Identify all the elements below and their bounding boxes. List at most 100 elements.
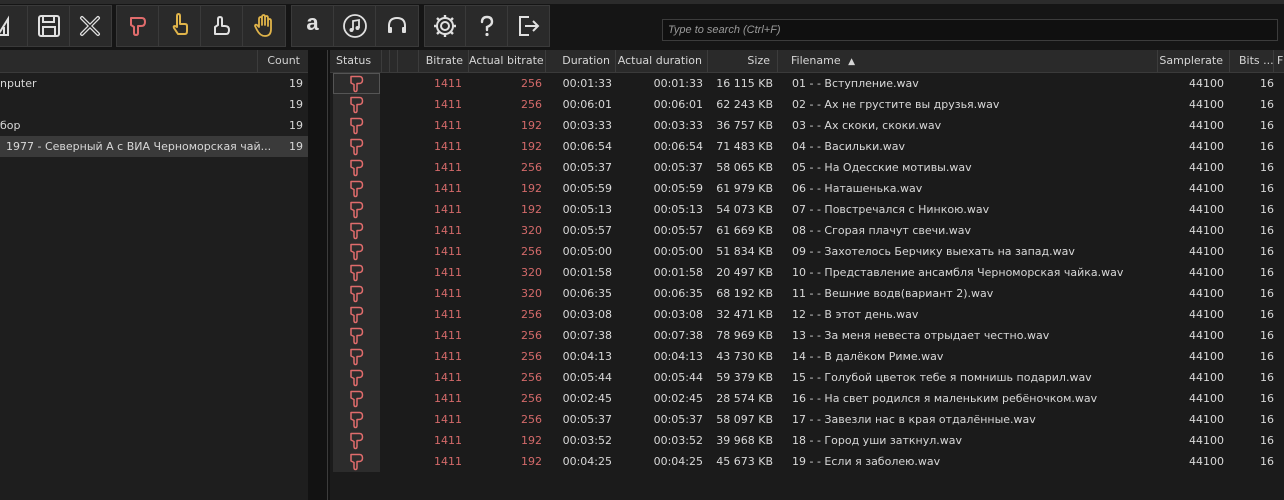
table-row[interactable]: 1411 192 00:03:52 00:03:52 39 968 KB 18 - - Г… [330,430,1284,451]
column-separator[interactable] [257,50,258,72]
search-input[interactable] [662,19,1278,41]
table-row[interactable]: 1411 256 00:05:00 00:05:00 51 834 KB 09 - - З… [330,241,1284,262]
status-cell[interactable] [333,367,380,388]
table-row[interactable]: 1411 256 00:07:38 00:07:38 78 969 KB 13 - - З… [330,325,1284,346]
tree-item-album-selected[interactable]: 1977 - Северный А с ВИА Черноморская чай… [0,136,308,157]
status-cell[interactable] [333,199,380,220]
table-row[interactable]: 1411 320 00:05:57 00:05:57 61 669 KB 08 - - С… [330,220,1284,241]
size-column-header[interactable]: Size [708,50,778,72]
status-cell[interactable] [333,94,380,115]
samplerate-cell: 44100 [1189,266,1224,279]
table-row[interactable]: 1411 256 00:05:37 00:05:37 58 097 KB 17 - - З… [330,409,1284,430]
extra-column-header[interactable]: F [1274,50,1284,72]
duration-cell: 00:06:54 [562,140,612,153]
column-header-blank[interactable] [398,50,419,72]
status-cell[interactable] [333,409,380,430]
status-cell[interactable] [333,388,380,409]
duration-cell: 00:01:33 [562,77,612,90]
scan-button[interactable] [0,6,29,46]
table-row[interactable]: 1411 256 00:03:08 00:03:08 32 471 KB 12 - - В… [330,304,1284,325]
table-row[interactable]: 1411 192 00:05:13 00:05:13 54 073 KB 07 - - П… [330,199,1284,220]
samplerate-cell: 44100 [1189,350,1224,363]
settings-button[interactable] [425,6,467,46]
size-cell: 32 471 KB [716,308,773,321]
bitrate-column-header[interactable]: Bitrate [419,50,469,72]
status-cell[interactable] [333,73,380,94]
status-cell[interactable] [333,157,380,178]
table-row[interactable]: 1411 256 00:06:01 00:06:01 62 243 KB 02 - - А… [330,94,1284,115]
status-cell[interactable] [333,304,380,325]
save-button[interactable] [28,6,70,46]
bitrate-cell: 1411 [434,224,462,237]
duration-cell: 00:02:45 [562,392,612,405]
table-row[interactable]: 1411 192 00:03:33 00:03:33 36 757 KB 03 - - А… [330,115,1284,136]
table-row[interactable]: 1411 192 00:04:25 00:04:25 45 673 KB 19 - - Е… [330,451,1284,472]
tree-item-drive[interactable]: 19 [0,94,308,115]
bits-cell: 16 [1260,245,1274,258]
column-header-blank[interactable] [390,50,398,72]
status-cell[interactable] [333,262,380,283]
status-cell[interactable] [333,325,380,346]
rate-bad-button[interactable] [117,6,159,46]
actual-duration-cell: 00:03:52 [653,434,703,447]
duration-column-header[interactable]: Duration [546,50,616,72]
count-column-header[interactable]: Count [267,54,300,67]
filename-column-header[interactable]: Filename ▲ [778,50,1158,72]
actual-duration-cell: 00:06:01 [653,98,703,111]
table-row[interactable]: 1411 192 00:05:59 00:05:59 61 979 KB 06 - - Н… [330,178,1284,199]
amazon-icon: a [306,10,319,35]
table-row[interactable]: 1411 256 00:02:45 00:02:45 28 574 KB 16 - - Н… [330,388,1284,409]
folder-tree-header: Count [0,50,308,73]
tree-item-collection[interactable]: бор 19 [0,115,308,136]
filename-cell: 12 - - В этот день.wav [792,308,919,321]
status-cell[interactable] [333,346,380,367]
duration-cell: 00:03:08 [562,308,612,321]
status-cell[interactable] [333,220,380,241]
discogs-button[interactable] [376,6,418,46]
status-cell[interactable] [333,136,380,157]
table-row[interactable]: 1411 256 00:04:13 00:04:13 43 730 KB 14 - - В… [330,346,1284,367]
rate-stop-button[interactable] [243,6,285,46]
file-grid: Status Bitrate Actual bitrate Duration A… [330,50,1284,500]
table-row[interactable]: 1411 320 00:06:35 00:06:35 68 192 KB 11 - - В… [330,283,1284,304]
duration-cell: 00:05:37 [562,413,612,426]
size-cell: 61 979 KB [716,182,773,195]
samplerate-cell: 44100 [1189,203,1224,216]
amazon-button[interactable]: a [292,6,334,46]
table-row[interactable]: 1411 192 00:06:54 00:06:54 71 483 KB 04 - - В… [330,136,1284,157]
music-button[interactable] [334,6,376,46]
duration-cell: 00:06:01 [562,98,612,111]
actual-duration-column-header[interactable]: Actual duration [616,50,708,72]
table-row[interactable]: 1411 256 00:05:44 00:05:44 59 379 KB 15 - - Г… [330,367,1284,388]
table-row[interactable]: 1411 320 00:01:58 00:01:58 20 497 KB 10 - - П… [330,262,1284,283]
filename-cell: 04 - - Васильки.wav [792,140,905,153]
table-row[interactable]: 1411 256 00:05:37 00:05:37 58 065 KB 05 - - Н… [330,157,1284,178]
help-button[interactable] [466,6,508,46]
samplerate-cell: 44100 [1189,329,1224,342]
status-cell[interactable] [333,451,380,472]
exit-button[interactable] [507,6,550,46]
status-column-header[interactable]: Status [330,50,382,72]
samplerate-column-header[interactable]: Samplerate [1158,50,1230,72]
bits-cell: 16 [1260,98,1274,111]
duration-cell: 00:05:44 [562,371,612,384]
size-cell: 68 192 KB [716,287,773,300]
status-cell[interactable] [333,283,380,304]
save-icon [37,15,60,37]
status-cell[interactable] [333,241,380,262]
samplerate-cell: 44100 [1189,245,1224,258]
bits-column-header[interactable]: Bits ... [1230,50,1274,72]
rate-pointing-button[interactable] [159,6,201,46]
pane-splitter[interactable] [308,50,330,500]
rate-good-button[interactable] [201,6,243,46]
column-header-blank[interactable] [382,50,390,72]
tree-item-computer[interactable]: nputer 19 [0,73,308,94]
status-cell[interactable] [333,178,380,199]
status-cell[interactable] [333,115,380,136]
size-cell: 58 097 KB [716,413,773,426]
table-row[interactable]: 1411 256 00:01:33 00:01:33 16 115 KB 01 - - В… [330,73,1284,94]
actual-bitrate-column-header[interactable]: Actual bitrate [469,50,546,72]
status-cell[interactable] [333,430,380,451]
samplerate-cell: 44100 [1189,140,1224,153]
clear-button[interactable] [69,6,112,46]
